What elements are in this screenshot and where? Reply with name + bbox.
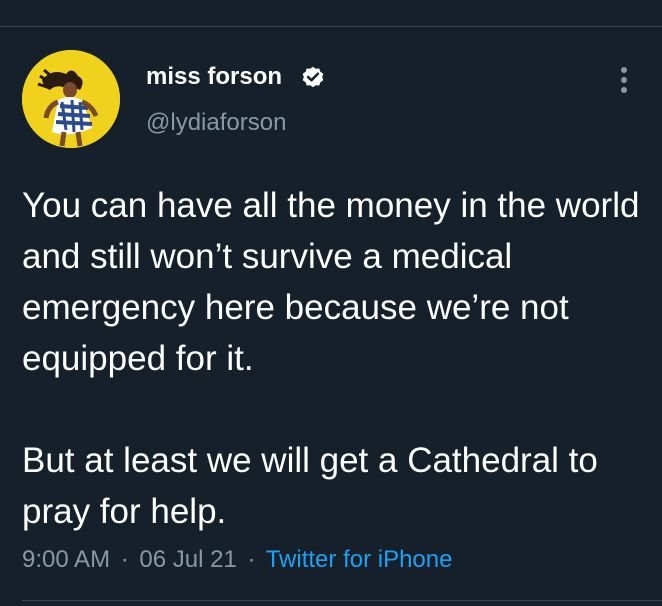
- avatar[interactable]: [22, 50, 120, 148]
- tweet-paragraph: But at least we will get a Cathedral to …: [22, 441, 598, 531]
- tweet-paragraph: You can have all the money in the world …: [22, 186, 640, 378]
- tweet-text: You can have all the money in the world …: [22, 180, 652, 537]
- separator: ·: [247, 546, 256, 573]
- profile-photo-icon: [22, 50, 120, 148]
- tweet-source-link[interactable]: Twitter for iPhone: [266, 546, 453, 573]
- bottom-divider: [22, 600, 662, 601]
- tweet-metadata: 9:00 AM · 06 Jul 21 · Twitter for iPhone: [22, 545, 452, 575]
- author-display-name[interactable]: miss forson: [146, 62, 282, 92]
- tweet-time[interactable]: 9:00 AM: [22, 546, 110, 573]
- tweet-date[interactable]: 06 Jul 21: [139, 546, 236, 573]
- separator: ·: [120, 546, 129, 573]
- author-handle[interactable]: @lydiaforson: [146, 108, 286, 138]
- more-vertical-icon[interactable]: [612, 64, 636, 96]
- verified-badge-icon: [302, 66, 324, 88]
- top-divider: [0, 26, 662, 27]
